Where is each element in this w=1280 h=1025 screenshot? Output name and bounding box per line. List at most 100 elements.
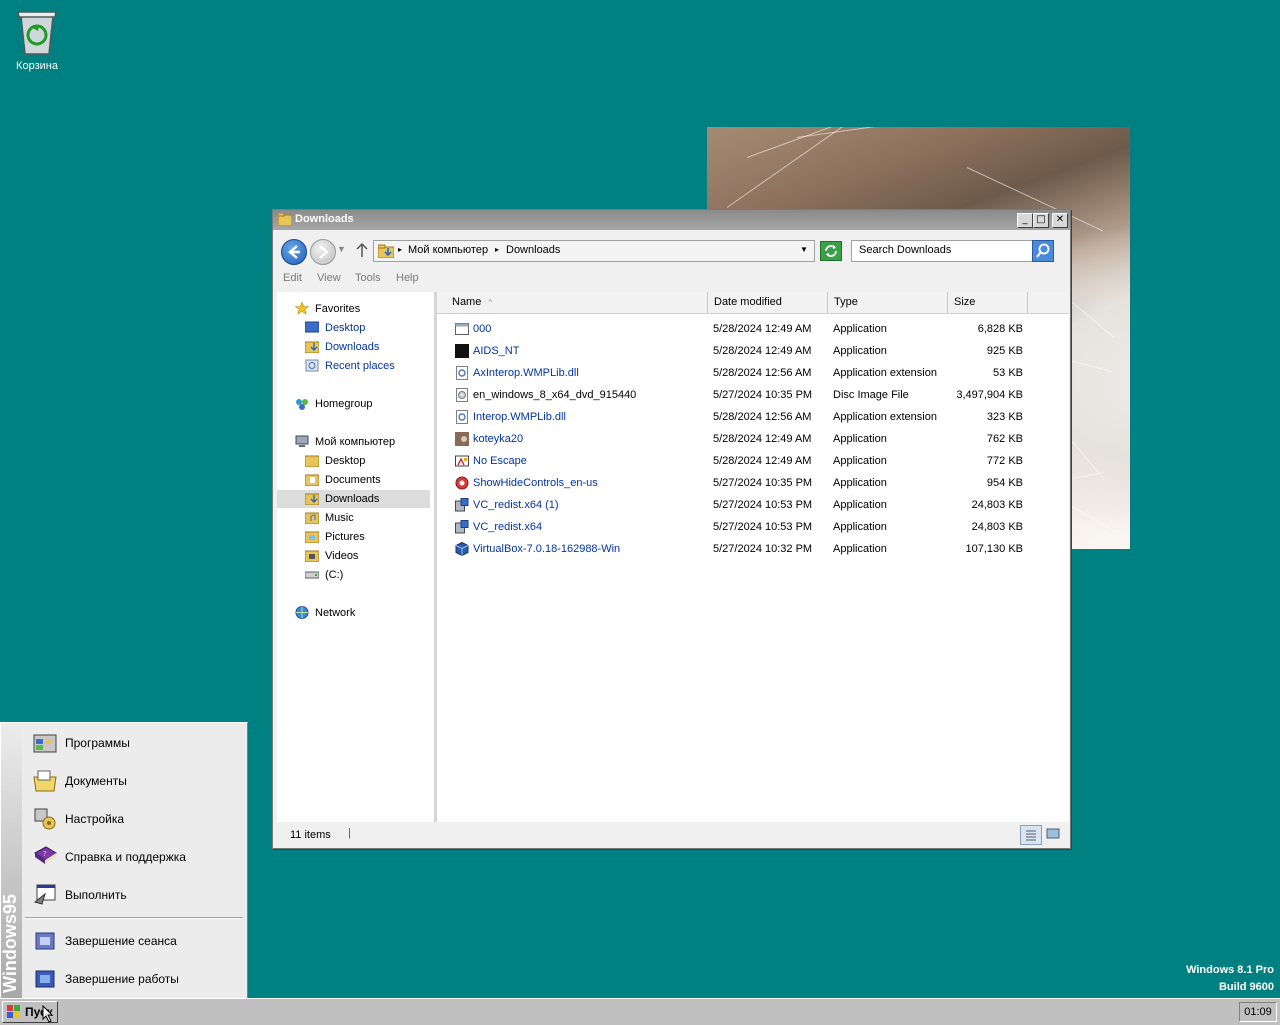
sort-up-icon: ^ [488,298,493,307]
computer-icon [295,435,309,447]
title-bar[interactable]: Downloads _ □ ✕ [273,210,1070,230]
file-row[interactable]: AIDS_NT 5/28/2024 12:49 AM Application 9… [437,341,1069,363]
nav-pictures[interactable]: Pictures [305,528,430,546]
file-row[interactable]: AxInterop.WMPLib.dll 5/28/2024 12:56 AM … [437,363,1069,385]
maximize-button[interactable]: □ [1033,213,1049,228]
folder-icon [305,455,319,467]
close-button[interactable]: ✕ [1052,213,1068,228]
refresh-button[interactable] [820,241,842,261]
nav-computer[interactable]: Мой компьютер [295,433,430,451]
videos-folder-icon [305,550,319,562]
nav-computer-desktop[interactable]: Desktop [305,452,430,470]
installer-icon [455,520,469,534]
file-row[interactable]: koteyka20 5/28/2024 12:49 AM Application… [437,429,1069,451]
column-type[interactable]: Type [828,292,948,313]
logoff-icon [35,932,55,950]
star-icon [295,302,309,315]
breadcrumb-separator-icon[interactable]: ▸ [495,245,499,254]
nav-fav-downloads[interactable]: Downloads [305,338,430,356]
search-button[interactable] [1032,240,1054,262]
file-list: Name ^ Date modified Type Size 000 5/28/… [437,292,1069,822]
escape-app-icon [455,455,469,467]
nav-network[interactable]: Network [295,604,430,622]
file-row[interactable]: 000 5/28/2024 12:49 AM Application 6,828… [437,319,1069,341]
forward-arrow-icon [319,245,329,259]
nav-drive-c[interactable]: (C:) [305,566,430,584]
large-icons-view-icon [1046,828,1060,839]
nav-favorites[interactable]: Favorites [295,300,430,318]
menu-bar: Edit View Tools Help [273,270,1070,290]
menu-help[interactable]: Help [396,272,419,284]
recycle-bin-label: Корзина [16,60,58,72]
file-row[interactable]: VC_redist.x64 (1) 5/27/2024 10:53 PM App… [437,495,1069,517]
menu-view[interactable]: View [317,272,341,284]
recent-pages-chevron-icon[interactable]: ▼ [337,244,346,254]
start-documents[interactable]: Документы [22,762,246,800]
documents-icon [33,770,57,792]
start-shutdown[interactable]: Завершение работы [22,960,246,998]
nav-music[interactable]: Music [305,509,430,527]
dll-gear-icon [456,410,468,424]
start-logoff[interactable]: Завершение сеанса [22,922,246,960]
installer-icon [455,498,469,512]
forward-button[interactable] [310,239,336,265]
breadcrumb-separator-icon[interactable]: ▸ [398,245,402,254]
file-row[interactable]: VC_redist.x64 5/27/2024 10:53 PM Applica… [437,517,1069,539]
nav-homegroup[interactable]: Homegroup [295,395,430,413]
start-settings[interactable]: Настройка [22,800,246,838]
refresh-icon [825,245,837,257]
column-name[interactable]: Name ^ [437,292,708,313]
address-dropdown-icon[interactable]: ▼ [800,245,808,254]
nav-videos[interactable]: Videos [305,547,430,565]
file-row[interactable]: VirtualBox-7.0.18-162988-Win 5/27/2024 1… [437,539,1069,561]
documents-folder-icon [305,474,319,486]
windows-watermark: Windows 8.1 Pro Build 9600 [1186,964,1274,993]
details-view-icon [1026,830,1036,841]
address-bar[interactable]: ▸ Мой компьютер ▸ Downloads ▼ [373,240,815,262]
file-row[interactable]: No Escape 5/28/2024 12:49 AM Application… [437,451,1069,473]
nav-fav-desktop[interactable]: Desktop [305,319,430,337]
start-menu-banner: Windows95 [0,723,22,999]
folder-download-icon [378,244,394,258]
column-size[interactable]: Size [948,292,1028,313]
minimize-button[interactable]: _ [1017,213,1033,228]
black-app-icon [455,344,469,358]
up-arrow-icon[interactable] [356,242,368,258]
window-title: Downloads [295,213,354,225]
nav-fav-recent-places[interactable]: Recent places [305,357,430,375]
menu-tools[interactable]: Tools [355,272,381,284]
desktop-icon [305,321,319,333]
item-count: 11 items [290,829,331,841]
file-row[interactable]: ShowHideControls_en-us 5/27/2024 10:35 P… [437,473,1069,495]
shutdown-icon [35,970,55,988]
nav-documents[interactable]: Documents [305,471,430,489]
details-view-button[interactable] [1020,825,1042,845]
mouse-cursor-icon [42,1005,54,1023]
status-bar: 11 items | [273,822,1070,847]
search-placeholder: Search Downloads [859,244,952,256]
clock[interactable]: 01:09 [1239,1002,1277,1022]
start-help[interactable]: ? Справка и поддержка [22,838,246,876]
start-programs[interactable]: Программы [22,724,246,762]
breadcrumb-downloads[interactable]: Downloads [506,244,560,256]
back-button[interactable] [281,239,307,265]
large-icons-view-button[interactable] [1043,825,1063,843]
breadcrumb-computer[interactable]: Мой компьютер [408,244,488,256]
file-row[interactable]: Interop.WMPLib.dll 5/28/2024 12:56 AM Ap… [437,407,1069,429]
cat-photo-icon [455,432,469,446]
file-row[interactable]: en_windows_8_x64_dvd_915440 5/27/2024 10… [437,385,1069,407]
programs-icon [33,734,57,753]
recycle-bin-desktop-icon[interactable]: Корзина [8,6,66,72]
run-icon [33,884,56,905]
homegroup-icon [296,399,308,410]
nav-downloads-selected[interactable]: Downloads [277,490,430,508]
virtualbox-icon [455,542,469,556]
start-run[interactable]: Выполнить [22,876,246,914]
navigation-pane: Favorites Desktop Downloads Recent place… [277,292,434,822]
column-date-modified[interactable]: Date modified [708,292,828,313]
status-separator: | [348,827,351,839]
search-input[interactable]: Search Downloads [851,240,1033,262]
menu-edit[interactable]: Edit [283,272,302,284]
windows-logo-icon [7,1005,20,1018]
back-arrow-icon [288,245,300,259]
